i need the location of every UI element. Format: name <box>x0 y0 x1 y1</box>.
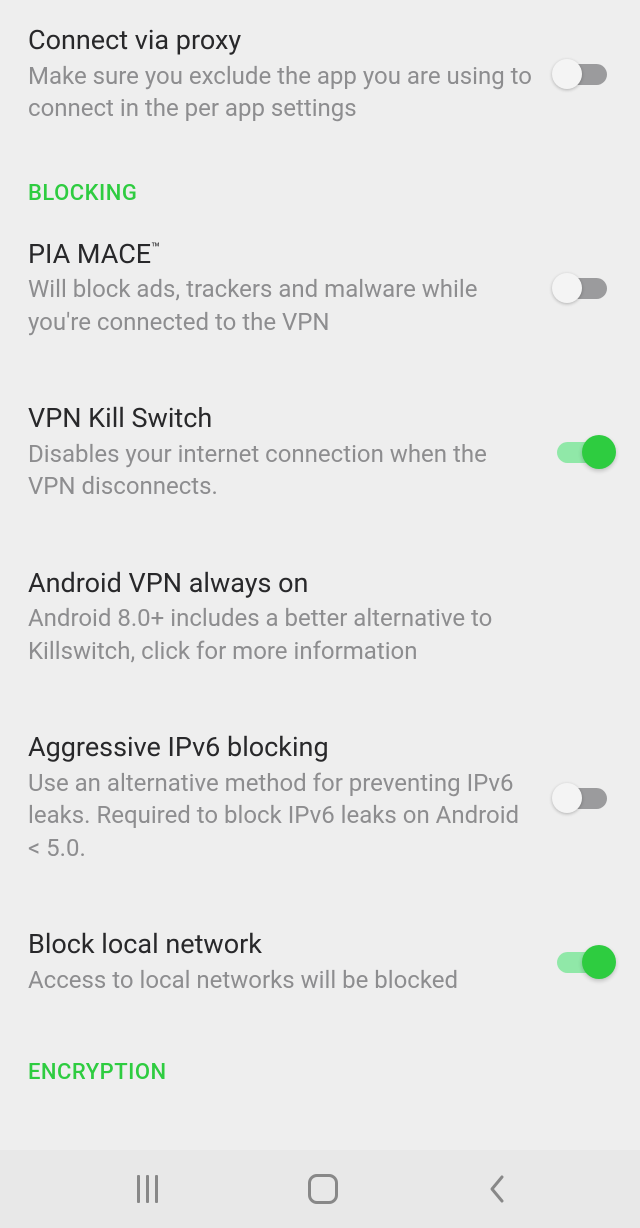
setting-text: PIA MACE™ Will block ads, trackers and m… <box>28 238 552 339</box>
setting-subtitle: Make sure you exclude the app you are us… <box>28 60 532 125</box>
setting-subtitle: Disables your internet connection when t… <box>28 438 532 503</box>
setting-text: Android VPN always on Android 8.0+ inclu… <box>28 567 612 668</box>
setting-subtitle: Android 8.0+ includes a better alternati… <box>28 602 592 667</box>
section-encryption: ENCRYPTION <box>28 1020 612 1093</box>
setting-connect-via-proxy[interactable]: Connect via proxy Make sure you exclude … <box>28 0 612 149</box>
setting-pia-mace[interactable]: PIA MACE™ Will block ads, trackers and m… <box>28 214 612 363</box>
setting-title: Connect via proxy <box>28 24 532 58</box>
toggle-aggressive-ipv6[interactable] <box>552 781 612 815</box>
setting-title: Android VPN always on <box>28 567 592 601</box>
setting-subtitle: Use an alternative method for preventing… <box>28 767 532 864</box>
android-navbar <box>0 1150 640 1228</box>
setting-block-local-network[interactable]: Block local network Access to local netw… <box>28 888 612 1020</box>
toggle-vpn-kill-switch[interactable] <box>552 435 612 469</box>
setting-android-vpn-always-on[interactable]: Android VPN always on Android 8.0+ inclu… <box>28 527 612 692</box>
setting-title: VPN Kill Switch <box>28 402 532 436</box>
section-blocking: BLOCKING <box>28 149 612 214</box>
nav-home-button[interactable] <box>308 1174 338 1204</box>
setting-vpn-kill-switch[interactable]: VPN Kill Switch Disables your internet c… <box>28 362 612 527</box>
nav-recent-button[interactable] <box>134 1175 161 1203</box>
setting-text: Block local network Access to local netw… <box>28 928 552 996</box>
setting-text: Aggressive IPv6 blocking Use an alternat… <box>28 731 552 864</box>
setting-title: Aggressive IPv6 blocking <box>28 731 532 765</box>
toggle-connect-via-proxy[interactable] <box>552 57 612 91</box>
setting-text: VPN Kill Switch Disables your internet c… <box>28 402 552 503</box>
setting-title: PIA MACE™ <box>28 238 532 272</box>
nav-back-button[interactable] <box>486 1173 506 1205</box>
setting-aggressive-ipv6[interactable]: Aggressive IPv6 blocking Use an alternat… <box>28 691 612 888</box>
setting-subtitle: Access to local networks will be blocked <box>28 964 532 996</box>
setting-text: Connect via proxy Make sure you exclude … <box>28 24 552 125</box>
setting-subtitle: Will block ads, trackers and malware whi… <box>28 273 532 338</box>
toggle-pia-mace[interactable] <box>552 271 612 305</box>
toggle-block-local-network[interactable] <box>552 945 612 979</box>
setting-title: Block local network <box>28 928 532 962</box>
